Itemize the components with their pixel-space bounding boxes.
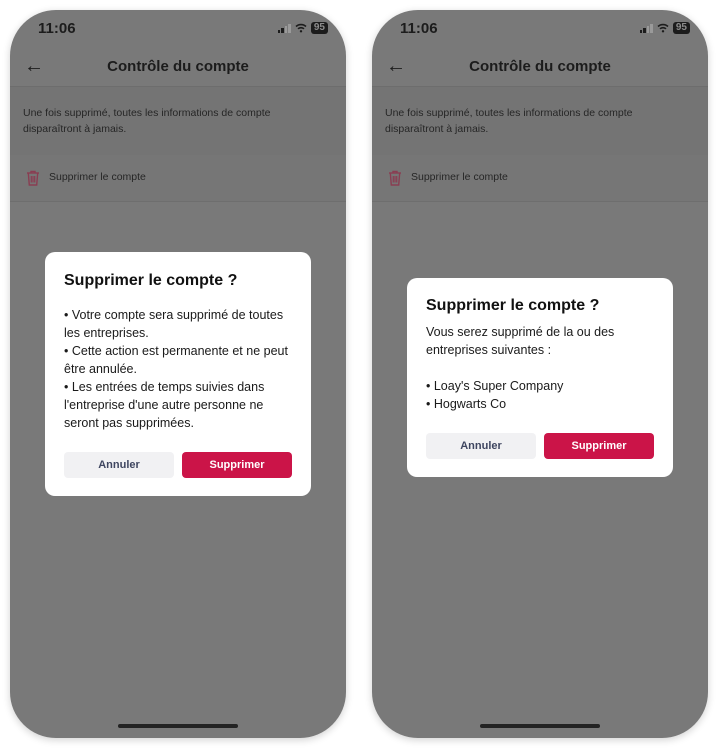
dialog-bullet: • Les entrées de temps suivies dans l'en… [64,380,265,430]
company-list-item: • Hogwarts Co [426,397,507,411]
page-title: Contrôle du compte [107,58,249,75]
dialog-message: Vous serez supprimé de la ou des entrepr… [426,325,615,357]
dialog-title: Supprimer le compte ? [426,297,600,314]
cancel-button[interactable]: Annuler [426,433,536,459]
trash-icon [389,170,401,186]
dialog-buttons: Annuler Supprimer [64,452,292,478]
info-section: Une fois supprimé, toutes les informatio… [10,86,346,155]
delete-account-row[interactable]: Supprimer le compte [10,155,346,202]
phone-screen-right: 11:06 95 ← Contrôle du compte Une fois s… [372,10,708,738]
company-list-item: • Loay's Super Company [426,379,564,393]
battery-indicator: 95 [672,22,690,34]
status-bar: 11:06 95 [372,10,708,50]
info-text: Une fois supprimé, toutes les informatio… [23,107,271,135]
company-list: • Loay's Super Company • Hogwarts Co [426,377,654,413]
delete-account-row[interactable]: Supprimer le compte [372,155,708,202]
cellular-signal-icon [277,23,291,33]
delete-account-dialog: Supprimer le compte ? Vous serez supprim… [407,278,673,477]
info-text: Une fois supprimé, toutes les informatio… [385,107,633,135]
status-icons: 95 [639,22,690,34]
delete-account-label: Supprimer le compte [49,171,146,183]
dialog-title: Supprimer le compte ? [64,272,238,289]
trash-icon [27,170,39,186]
delete-account-label: Supprimer le compte [411,171,508,183]
dialog-bullet: • Cette action est permanente et ne peut… [64,344,288,376]
phone-screen-left: 11:06 95 ← Contrôle du compte Une fois s… [10,10,346,738]
status-icons: 95 [277,22,328,34]
info-section: Une fois supprimé, toutes les informatio… [372,86,708,155]
app-header: ← Contrôle du compte [10,50,346,86]
status-time: 11:06 [38,20,76,37]
cellular-signal-icon [639,23,653,33]
home-indicator[interactable] [118,724,238,728]
confirm-delete-button[interactable]: Supprimer [182,452,292,478]
app-header: ← Contrôle du compte [372,50,708,86]
dialog-bullet: • Votre compte sera supprimé de toutes l… [64,308,284,340]
dialog-buttons: Annuler Supprimer [426,433,654,459]
dialog-body: • Votre compte sera supprimé de toutes l… [64,306,292,432]
confirm-delete-button[interactable]: Supprimer [544,433,654,459]
delete-account-dialog: Supprimer le compte ? • Votre compte ser… [45,252,311,496]
wifi-icon [295,23,307,33]
cancel-button[interactable]: Annuler [64,452,174,478]
status-bar: 11:06 95 [10,10,346,50]
home-indicator[interactable] [480,724,600,728]
status-time: 11:06 [400,20,438,37]
wifi-icon [657,23,669,33]
battery-indicator: 95 [310,22,328,34]
page-title: Contrôle du compte [469,58,611,75]
dialog-body: Vous serez supprimé de la ou des entrepr… [426,323,654,413]
